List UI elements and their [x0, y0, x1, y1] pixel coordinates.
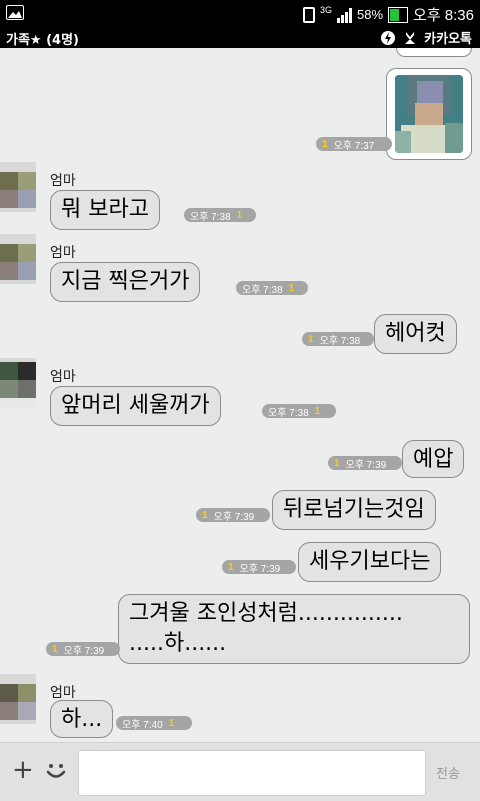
emoticon-icon[interactable] — [44, 759, 68, 783]
message-meta: 1 오후 7:37 — [316, 137, 392, 152]
unread-count: 1 — [236, 209, 243, 221]
message-time: 오후 7:38 — [242, 284, 283, 296]
unread-count: 1 — [308, 333, 314, 345]
message-bubble[interactable]: 지금 찍은거가 — [50, 262, 201, 302]
message-bubble[interactable]: 뒤로넘기는것임 — [272, 490, 436, 530]
battery-icon — [388, 6, 409, 23]
photo-message[interactable] — [386, 68, 472, 160]
message-line: 그겨울 조인성처럼............... — [129, 601, 403, 626]
message-time: 오후 7:39 — [63, 645, 105, 657]
avatar[interactable] — [0, 674, 36, 724]
vibrate-icon — [302, 6, 315, 23]
message-time: 오후 7:37 — [333, 140, 375, 152]
sender-name: 엄마 — [50, 685, 76, 701]
message-meta: 1 오후 7:39 — [222, 560, 296, 575]
message-bubble[interactable]: 헤어컷 — [374, 314, 457, 354]
unread-count: 1 — [202, 509, 208, 521]
message-meta: 오후 7:38 1 — [184, 208, 256, 223]
gallery-notification-icon — [6, 5, 24, 20]
message-meta: 1 오후 7:39 — [46, 642, 120, 657]
message-bubble[interactable]: 세우기보다는 — [298, 542, 442, 582]
sender-name: 엄마 — [50, 173, 76, 189]
message-time: 오후 7:39 — [213, 511, 255, 523]
message-meta: 1 오후 7:38 — [302, 332, 374, 347]
message-bubble[interactable]: 앞머리 세울꺼가 — [50, 386, 221, 426]
unread-count: 1 — [334, 457, 340, 469]
chat-room-title: 가족★ (4명) — [6, 33, 79, 48]
message-time: 오후 7:38 — [268, 407, 309, 419]
chat-title-bar: 가족★ (4명) 카카오톡 — [0, 26, 480, 48]
message-meta: 1 오후 7:39 — [196, 508, 270, 523]
previous-message-edge — [396, 48, 472, 57]
message-meta: 오후 7:38 1 — [236, 281, 308, 296]
input-bar: + 전송 — [0, 742, 480, 801]
signal-icon — [337, 7, 352, 23]
message-meta: 오후 7:40 1 — [116, 716, 192, 731]
unread-count: 1 — [288, 282, 295, 294]
message-input[interactable] — [78, 750, 426, 796]
message-meta: 오후 7:38 1 — [262, 404, 336, 419]
status-bar: 3G 58% 오후 8:36 — [0, 0, 480, 26]
unread-count: 1 — [168, 717, 175, 729]
unread-count: 1 — [228, 561, 234, 573]
avatar[interactable] — [0, 162, 36, 212]
message-time: 오후 7:40 — [122, 719, 163, 731]
photo-thumbnail[interactable] — [395, 75, 463, 153]
message-time: 오후 7:38 — [319, 335, 361, 347]
network-type: 3G — [319, 4, 332, 15]
send-button[interactable]: 전송 — [436, 763, 460, 782]
sender-name: 엄마 — [50, 245, 76, 261]
message-bubble[interactable]: 그겨울 조인성처럼............... .....하...... — [118, 594, 470, 664]
app-name: 카카오톡 — [424, 32, 472, 47]
message-bubble[interactable]: 하... — [50, 700, 114, 738]
unread-count: 1 — [322, 138, 328, 150]
avatar[interactable] — [0, 358, 36, 408]
message-time: 오후 7:38 — [190, 211, 231, 223]
sender-name: 엄마 — [50, 369, 76, 385]
unread-count: 1 — [52, 643, 58, 655]
message-time: 오후 7:39 — [345, 459, 387, 471]
plus-icon[interactable]: + — [12, 755, 34, 785]
battery-percent: 58% — [357, 7, 384, 22]
kakao-icon — [404, 31, 416, 45]
message-meta: 1 오후 7:39 — [328, 456, 402, 471]
unread-count: 1 — [314, 405, 321, 417]
flash-icon — [380, 30, 396, 46]
message-time: 오후 7:39 — [239, 563, 281, 575]
avatar[interactable] — [0, 234, 36, 284]
clock: 오후 8:36 — [413, 7, 474, 24]
message-bubble[interactable]: 뭐 보라고 — [50, 190, 160, 230]
message-bubble[interactable]: 예압 — [402, 440, 465, 478]
message-line: .....하...... — [129, 631, 227, 656]
